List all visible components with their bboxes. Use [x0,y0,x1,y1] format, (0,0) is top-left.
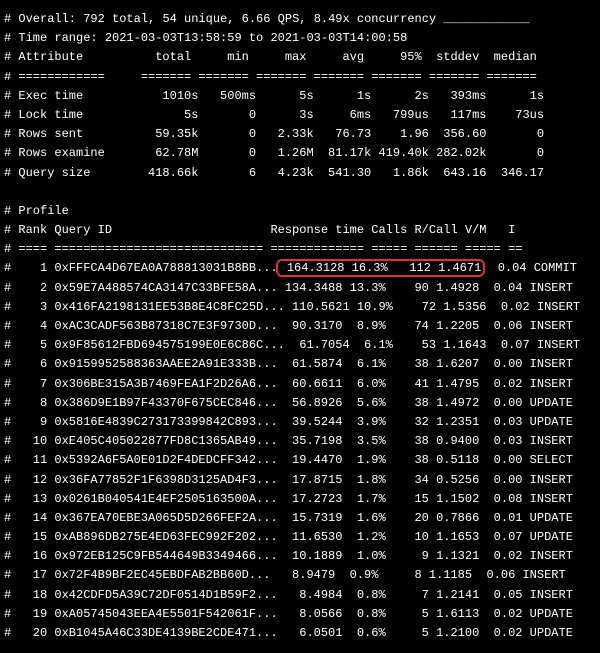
profile-row: # 6 0x9159952588363AAEE2A91E333B... 61.5… [4,355,596,374]
time-range-line: # Time range: 2021-03-03T13:58:59 to 202… [4,29,596,48]
profile-row: # 20 0xB1045A46C33DE4139BE2CDE471... 6.0… [4,624,596,643]
attr-row: # Rows examine 62.78M 0 1.26M 81.17k 419… [4,144,596,163]
profile-row: # 15 0xAB896DB275E4ED63FEC992F202... 11.… [4,528,596,547]
rule: # ============ ======= ======= ======= =… [4,68,596,87]
profile-row: # 3 0x416FA2198131EE53B8E4C8FC25D... 110… [4,298,596,317]
attr-row: # Query size 418.66k 6 4.23k 541.30 1.86… [4,164,596,183]
profile-label: # Profile [4,202,596,221]
profile-row: # 9 0x5816E4839C273173399842C893... 39.5… [4,413,596,432]
attr-row: # Exec time 1010s 500ms 5s 1s 2s 393ms 1… [4,87,596,106]
rule: # ==== ============================= ===… [4,240,596,259]
profile-row: # 17 0x72F4B9BF2EC45EBDFAB2BB60D... 8.94… [4,566,596,585]
attr-header: # Attribute total min max avg 95% stddev… [4,48,596,67]
profile-row: # 18 0x42CDFD5A39C72DF0514D1B59F2... 8.4… [4,586,596,605]
highlight-box: 164.3128 16.3% 112 1.4671 [276,259,486,277]
attr-row: # Lock time 5s 0 3s 6ms 799us 117ms 73us [4,106,596,125]
profile-row: # 13 0x0261B040541E4EF2505163500A... 17.… [4,490,596,509]
profile-row: # 10 0xE405C405022877FD8C1365AB49... 35.… [4,432,596,451]
profile-row: # 4 0xAC3CADF563B87318C7E3F9730D... 90.3… [4,317,596,336]
profile-header: # Rank Query ID Response time Calls R/Ca… [4,221,596,240]
profile-row: # 2 0x59E7A488574CA3147C33BFE58A... 134.… [4,279,596,298]
profile-row: # 14 0x367EA70EBE3A065D5D266FEF2A... 15.… [4,509,596,528]
profile-row: # 19 0xA05745043EEA4E5501F542061F... 8.0… [4,605,596,624]
profile-row: # 11 0x5392A6F5A0E01D2F4DEDCFF342... 19.… [4,451,596,470]
profile-row: # 1 0xFFFCA4D67EA0A788813031B8BB... 164.… [4,259,596,278]
profile-row: # 7 0x306BE315A3B7469FEA1F2D26A6... 60.6… [4,375,596,394]
profile-row: # 12 0x36FA77852F1F6398D3125AD4F3... 17.… [4,471,596,490]
profile-row: # 16 0x972EB125C9FB544649B3349466... 10.… [4,547,596,566]
terminal-output: # Overall: 792 total, 54 unique, 6.66 QP… [0,0,600,653]
attr-row: # Rows sent 59.35k 0 2.33k 76.73 1.96 35… [4,125,596,144]
profile-row: # 5 0x9F85612FBD694575199E0E6C86C... 61.… [4,336,596,355]
profile-row: # 8 0x386D9E1B97F43370F675CEC846... 56.8… [4,394,596,413]
overall-line: # Overall: 792 total, 54 unique, 6.66 QP… [4,10,596,29]
blank [4,183,596,202]
